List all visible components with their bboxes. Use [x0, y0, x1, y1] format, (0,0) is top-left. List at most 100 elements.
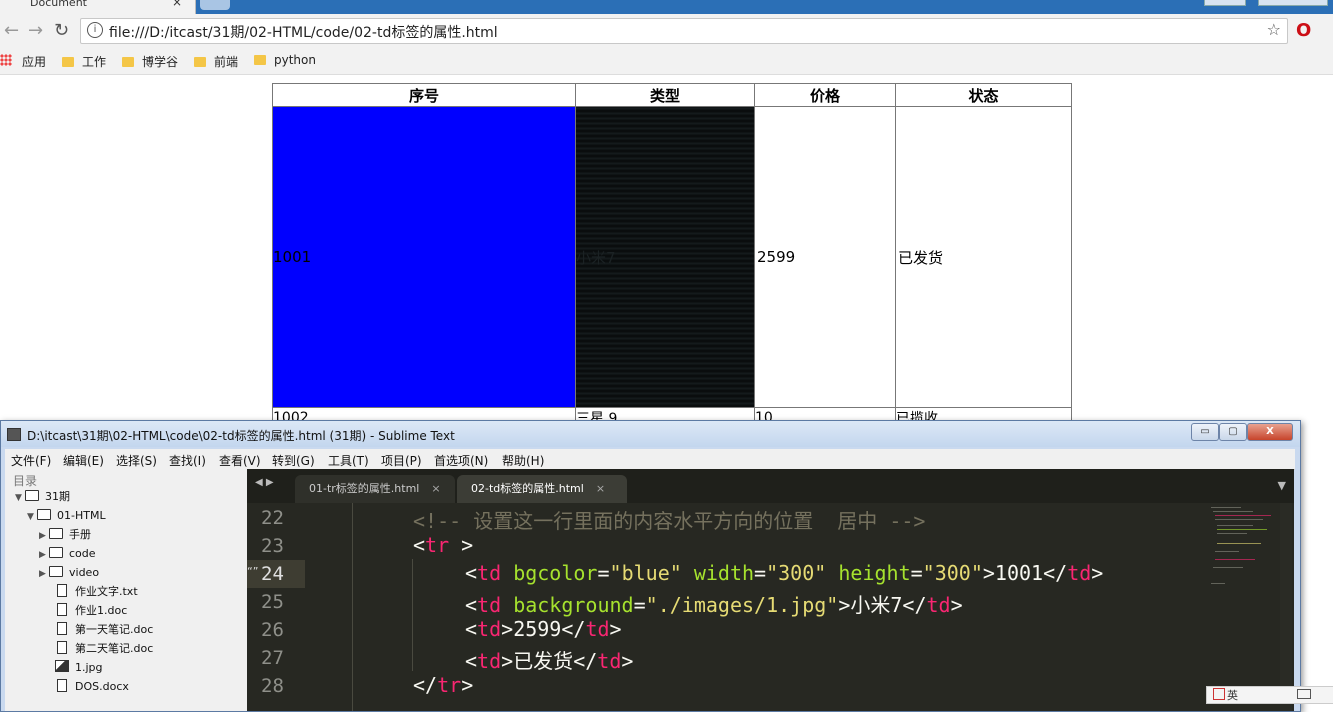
line-number: 24 — [261, 563, 284, 585]
menu-view[interactable]: 查看(V) — [219, 452, 261, 469]
opera-extension-icon[interactable]: O — [1296, 20, 1311, 41]
bookmark-star-icon[interactable]: ☆ — [1267, 20, 1281, 39]
browser-tab-title: Document — [30, 0, 87, 9]
cell-id: 1001 — [272, 106, 576, 408]
file-icon — [57, 679, 67, 692]
minimap-line — [1211, 583, 1225, 584]
menu-edit[interactable]: 编辑(E) — [63, 452, 104, 469]
menu-file[interactable]: 文件(F) — [11, 452, 51, 469]
browser-tab[interactable]: Document × — [0, 0, 196, 14]
code-line-25: <td background="./images/1.jpg">小米7</td> — [465, 593, 963, 617]
expand-down-icon[interactable]: ▼ — [15, 489, 25, 508]
minimap-line — [1217, 543, 1261, 544]
folder-icon — [254, 55, 266, 65]
tab-close-icon[interactable]: × — [596, 482, 605, 495]
minimap[interactable] — [1207, 503, 1277, 603]
sidebar-item-manual[interactable]: ▶ 手册 — [39, 525, 91, 544]
folder-open-icon — [37, 509, 51, 520]
folder-icon — [194, 57, 206, 67]
line-number: 28 — [261, 675, 284, 697]
expand-down-icon[interactable]: ▼ — [27, 508, 37, 527]
code-line-26: <td>2599</td> — [465, 617, 622, 641]
tab-close-icon[interactable]: × — [431, 482, 440, 495]
menu-help[interactable]: 帮助(H) — [502, 452, 544, 469]
url-text[interactable]: file:///D:/itcast/31期/02-HTML/code/02-td… — [109, 22, 498, 42]
address-bar[interactable]: i file:///D:/itcast/31期/02-HTML/code/02-… — [80, 18, 1288, 44]
chrome-minimize-button[interactable] — [1204, 0, 1246, 6]
sublime-app-icon — [7, 428, 21, 441]
sidebar-item-01-html[interactable]: ▼ 01-HTML — [27, 506, 106, 525]
menu-bar: 文件(F) 编辑(E) 选择(S) 查找(I) 查看(V) 转到(G) 工具(T… — [5, 449, 1295, 470]
editor-scrollbar[interactable] — [1280, 503, 1292, 711]
apps-grid-icon[interactable] — [0, 54, 12, 66]
menu-project[interactable]: 项目(P) — [381, 452, 422, 469]
forward-arrow-icon[interactable]: → — [28, 20, 43, 41]
new-tab-button[interactable] — [200, 0, 230, 10]
info-icon[interactable]: i — [87, 22, 103, 38]
tab-01-tr[interactable]: 01-tr标签的属性.html × — [295, 475, 455, 503]
cell-price: 2599 — [754, 106, 896, 408]
folder-icon — [49, 566, 63, 577]
close-button[interactable]: X — [1247, 423, 1293, 441]
table-row: 1001 小米7 2599 已发货 — [272, 106, 1072, 408]
menu-preferences[interactable]: 首选项(N) — [434, 452, 488, 469]
minimap-line — [1215, 515, 1271, 516]
maximize-button[interactable]: ▢ — [1219, 423, 1247, 441]
indent-guide — [352, 503, 353, 711]
sidebar-item-file[interactable]: 作业1.doc — [57, 601, 127, 620]
chrome-close-button[interactable] — [1258, 0, 1328, 6]
tab-scroll-arrows-icon[interactable]: ◀ ▶ — [255, 477, 274, 488]
tab-menu-chevron-icon[interactable]: ▼ — [1278, 479, 1286, 492]
bookmark-boxuegu[interactable]: 博学谷 — [122, 53, 178, 70]
line-number: 23 — [261, 535, 284, 557]
sidebar-item-image[interactable]: 1.jpg — [55, 658, 103, 677]
menu-find[interactable]: 查找(I) — [169, 452, 206, 469]
folder-icon — [49, 528, 63, 539]
menu-selection[interactable]: 选择(S) — [116, 452, 157, 469]
sidebar-item-31qi[interactable]: ▼ 31期 — [15, 487, 70, 506]
sidebar-item-file[interactable]: DOS.docx — [57, 677, 129, 696]
folder-icon — [122, 57, 134, 67]
minimize-button[interactable]: ▭ — [1191, 423, 1219, 441]
code-editor[interactable]: ◀ ▶ 01-tr标签的属性.html × 02-td标签的属性.html × ▼ … — [247, 469, 1294, 711]
tab-02-td[interactable]: 02-td标签的属性.html × — [457, 475, 627, 503]
editor-tabs-bar: ◀ ▶ 01-tr标签的属性.html × 02-td标签的属性.html × ▼ — [247, 469, 1294, 503]
cell-type: 小米7 — [575, 106, 755, 408]
ime-logo-icon — [1213, 688, 1225, 700]
ime-language[interactable]: 英 — [1227, 687, 1238, 703]
sidebar-item-file[interactable]: 第一天笔记.doc — [57, 620, 153, 639]
bookmark-work[interactable]: 工作 — [62, 53, 106, 70]
file-icon — [57, 622, 67, 635]
expand-right-icon[interactable]: ▶ — [39, 565, 49, 584]
line-gutter: 22 23 “” 24 25 26 27 28 — [247, 503, 307, 711]
ime-toolbar[interactable]: 英 — [1206, 686, 1333, 704]
chrome-tabstrip: Document × — [0, 0, 1333, 14]
sidebar-item-video[interactable]: ▶ video — [39, 563, 99, 582]
gutter-quote-marker: “” — [247, 565, 259, 578]
code-area[interactable]: <!-- 设置这一行里面的内容水平方向的位置 居中 --> <tr > <td … — [307, 503, 1207, 711]
bookmark-python[interactable]: python — [254, 53, 316, 67]
reload-icon[interactable]: ↻ — [54, 20, 69, 41]
bookmark-apps[interactable]: 应用 — [22, 53, 46, 70]
menu-tools[interactable]: 工具(T) — [328, 452, 369, 469]
keyboard-icon[interactable] — [1297, 689, 1311, 699]
sublime-window: D:\itcast\31期\02-HTML\code\02-td标签的属性.ht… — [0, 420, 1301, 712]
file-icon — [57, 603, 67, 616]
image-file-icon — [55, 660, 69, 672]
code-line-28: </tr> — [413, 673, 474, 697]
minimap-line — [1217, 529, 1267, 530]
bookmark-frontend[interactable]: 前端 — [194, 53, 238, 70]
sublime-titlebar[interactable]: D:\itcast\31期\02-HTML\code\02-td标签的属性.ht… — [1, 421, 1300, 447]
line-number: 27 — [261, 647, 284, 669]
file-icon — [57, 584, 67, 597]
indent-guide — [412, 559, 413, 671]
sublime-window-title: D:\itcast\31期\02-HTML\code\02-td标签的属性.ht… — [27, 429, 455, 443]
browser-tab-close-icon[interactable]: × — [172, 0, 182, 9]
menu-goto[interactable]: 转到(G) — [272, 452, 315, 469]
header-id: 序号 — [272, 83, 576, 107]
sidebar-item-file[interactable]: 第二天笔记.doc — [57, 639, 153, 658]
sidebar-item-code[interactable]: ▶ code — [39, 544, 96, 563]
back-arrow-icon[interactable]: ← — [4, 20, 19, 41]
cell-status: 已发货 — [895, 106, 1072, 408]
sidebar-item-file[interactable]: 作业文字.txt — [57, 582, 138, 601]
